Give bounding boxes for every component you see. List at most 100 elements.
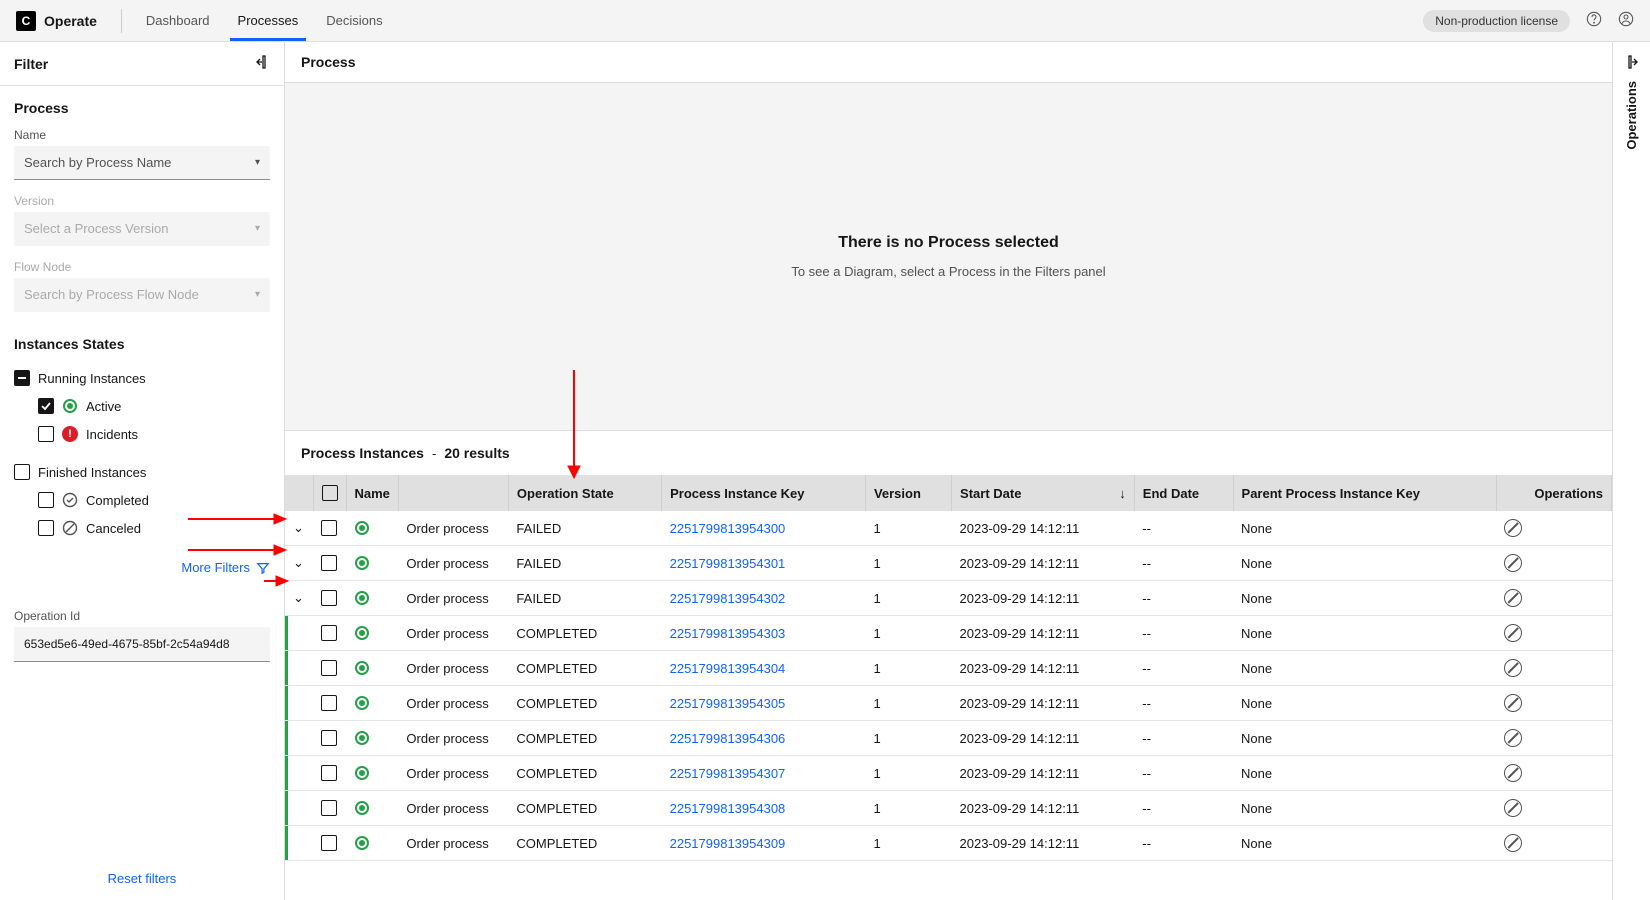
- checkbox-empty-icon: [38, 426, 54, 442]
- row-checkbox[interactable]: [321, 660, 337, 676]
- incidents-label: Incidents: [86, 427, 138, 442]
- expand-row-icon[interactable]: ⌄: [293, 520, 304, 535]
- operation-id-label: Operation Id: [14, 609, 270, 623]
- incidents-checkbox[interactable]: ! Incidents: [14, 420, 270, 448]
- checkbox-checked-icon: [38, 398, 54, 414]
- expand-ops-icon[interactable]: [1624, 54, 1640, 73]
- cancel-instance-button[interactable]: [1504, 659, 1522, 677]
- cancel-instance-button[interactable]: [1504, 519, 1522, 537]
- nav-tab-decisions[interactable]: Decisions: [326, 1, 382, 40]
- reset-filters-link[interactable]: Reset filters: [108, 871, 177, 886]
- chevron-down-icon: ▾: [255, 289, 260, 300]
- col-operation-state[interactable]: Operation State: [508, 475, 661, 511]
- operations-label: Operations: [1624, 81, 1639, 150]
- active-status-icon: [355, 556, 369, 570]
- instance-key-link[interactable]: 2251799813954303: [670, 626, 786, 641]
- active-status-icon: [355, 801, 369, 815]
- cell-start: 2023-09-29 14:12:11: [952, 651, 1135, 686]
- active-checkbox[interactable]: Active: [14, 392, 270, 420]
- col-operations[interactable]: Operations: [1496, 475, 1611, 511]
- cell-name: Order process: [398, 546, 508, 581]
- sidebar-header: Filter: [0, 42, 284, 86]
- collapse-sidebar-icon[interactable]: [254, 54, 270, 73]
- cell-end: --: [1134, 511, 1233, 546]
- canceled-checkbox[interactable]: Canceled: [14, 514, 270, 542]
- cell-version: 1: [865, 721, 951, 756]
- col-version[interactable]: Version: [865, 475, 951, 511]
- row-checkbox[interactable]: [321, 520, 337, 536]
- table-title: Process Instances: [301, 445, 424, 461]
- cell-op-state: COMPLETED: [508, 826, 661, 861]
- operation-id-field[interactable]: 653ed5e6-49ed-4675-85bf-2c54a94d8: [14, 627, 270, 662]
- expand-row-icon[interactable]: ⌄: [293, 555, 304, 570]
- col-name[interactable]: Name: [346, 475, 398, 511]
- row-checkbox[interactable]: [321, 835, 337, 851]
- instance-key-link[interactable]: 2251799813954306: [670, 731, 786, 746]
- nav-tab-dashboard[interactable]: Dashboard: [146, 1, 210, 40]
- more-filters-link[interactable]: More Filters: [14, 550, 270, 585]
- cancel-instance-button[interactable]: [1504, 764, 1522, 782]
- row-checkbox[interactable]: [321, 555, 337, 571]
- instance-key-link[interactable]: 2251799813954304: [670, 661, 786, 676]
- completed-checkbox[interactable]: Completed: [14, 486, 270, 514]
- row-checkbox[interactable]: [321, 695, 337, 711]
- user-icon[interactable]: [1618, 11, 1634, 30]
- version-field-label: Version: [14, 194, 270, 208]
- help-icon[interactable]: [1586, 11, 1602, 30]
- row-checkbox[interactable]: [321, 730, 337, 746]
- expand-row-icon[interactable]: ⌄: [293, 590, 304, 605]
- row-checkbox[interactable]: [321, 625, 337, 641]
- row-checkbox[interactable]: [321, 800, 337, 816]
- cancel-instance-button[interactable]: [1504, 694, 1522, 712]
- active-status-icon: [355, 626, 369, 640]
- cell-op-state: COMPLETED: [508, 616, 661, 651]
- cell-name: Order process: [398, 511, 508, 546]
- operations-panel[interactable]: Operations: [1612, 42, 1650, 900]
- table-row: ⌄ Order process FAILED 2251799813954301 …: [285, 546, 1612, 581]
- instance-key-link[interactable]: 2251799813954307: [670, 766, 786, 781]
- active-status-icon: [355, 766, 369, 780]
- col-start-date[interactable]: Start Date ↓: [952, 475, 1135, 511]
- cancel-instance-button[interactable]: [1504, 589, 1522, 607]
- nav-tab-processes[interactable]: Processes: [238, 1, 299, 40]
- cell-version: 1: [865, 686, 951, 721]
- row-checkbox[interactable]: [321, 590, 337, 606]
- col-end-date[interactable]: End Date: [1134, 475, 1233, 511]
- license-badge: Non-production license: [1423, 10, 1570, 32]
- cancel-instance-button[interactable]: [1504, 799, 1522, 817]
- process-name-select[interactable]: Search by Process Name ▾: [14, 146, 270, 180]
- instance-key-link[interactable]: 2251799813954305: [670, 696, 786, 711]
- cell-end: --: [1134, 581, 1233, 616]
- instance-key-link[interactable]: 2251799813954309: [670, 836, 786, 851]
- instance-key-link[interactable]: 2251799813954302: [670, 591, 786, 606]
- cancel-instance-button[interactable]: [1504, 624, 1522, 642]
- cell-name: Order process: [398, 721, 508, 756]
- instances-table: Name Operation State Process Instance Ke…: [285, 475, 1612, 861]
- col-parent-key[interactable]: Parent Process Instance Key: [1233, 475, 1496, 511]
- cell-op-state: FAILED: [508, 581, 661, 616]
- instance-key-link[interactable]: 2251799813954301: [670, 556, 786, 571]
- instance-key-link[interactable]: 2251799813954308: [670, 801, 786, 816]
- process-version-select: Select a Process Version ▾: [14, 212, 270, 246]
- instance-key-link[interactable]: 2251799813954300: [670, 521, 786, 536]
- finished-instances-checkbox[interactable]: Finished Instances: [14, 458, 270, 486]
- active-status-icon: [355, 836, 369, 850]
- cell-end: --: [1134, 686, 1233, 721]
- cell-name: Order process: [398, 581, 508, 616]
- row-checkbox[interactable]: [321, 765, 337, 781]
- cancel-instance-button[interactable]: [1504, 554, 1522, 572]
- running-instances-checkbox[interactable]: Running Instances: [14, 364, 270, 392]
- cancel-instance-button[interactable]: [1504, 834, 1522, 852]
- cancel-instance-button[interactable]: [1504, 729, 1522, 747]
- cell-parent: None: [1233, 826, 1496, 861]
- table-row: Order process COMPLETED 2251799813954303…: [285, 616, 1612, 651]
- app-logo: C: [16, 11, 36, 31]
- cell-start: 2023-09-29 14:12:11: [952, 826, 1135, 861]
- incident-status-icon: !: [62, 426, 78, 442]
- col-instance-key[interactable]: Process Instance Key: [662, 475, 866, 511]
- active-status-icon: [355, 591, 369, 605]
- select-all-checkbox[interactable]: [322, 485, 338, 501]
- cell-start: 2023-09-29 14:12:11: [952, 581, 1135, 616]
- filter-icon: [256, 561, 270, 575]
- cell-name: Order process: [398, 791, 508, 826]
